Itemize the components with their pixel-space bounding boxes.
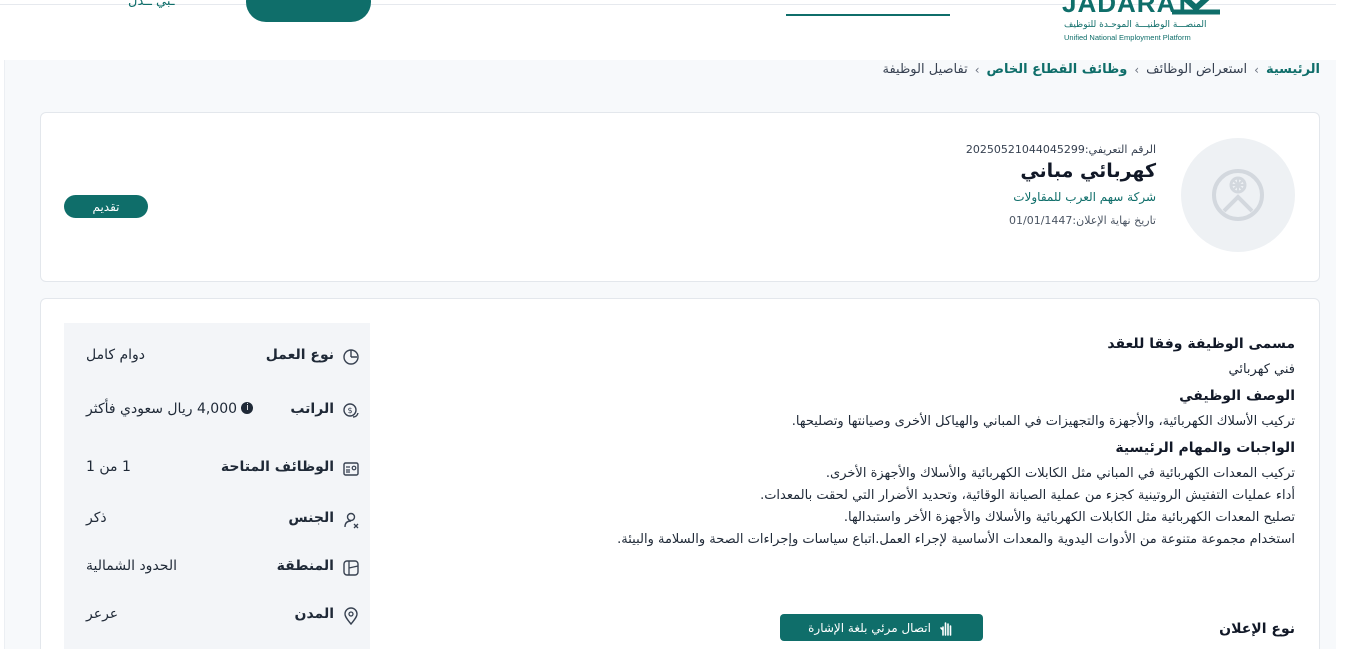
map-icon [343,560,359,576]
breadcrumb-separator: › [1134,62,1140,77]
salary-icon: $ [343,403,359,418]
location-pin-icon [344,607,358,625]
duties-heading: الواجبات والمهام الرئيسية [1115,440,1295,456]
attr-gender: الجنس ذكر [64,506,370,536]
attr-value: ذكر [86,510,107,526]
info-icon[interactable]: i [241,402,254,414]
breadcrumb-home[interactable]: الرئيسية [1266,62,1320,77]
sign-language-call-button[interactable]: اتصال مرئي بلغة الإشارة [780,614,983,641]
attr-label: المنطقة [276,558,334,574]
attr-salary-value-wrap: i 4,000 ريال سعودي فأكثر [86,401,255,417]
job-title: كهربائي مباني [1020,160,1156,182]
attr-value: دوام كامل [86,347,146,363]
attr-label: المدن [294,606,334,622]
logo-subtitle-ar: المنصـــة الوطنيـــة الموحـدة للتوظيف [1064,20,1207,30]
duty-item: استخدام مجموعة متنوعة من الأدوات اليدوية… [617,532,1295,547]
contract-title-value: فني كهربائي [1228,362,1296,377]
company-logo [1181,138,1295,252]
job-details-card: نوع العمل دوام كامل $ الراتب i 4,000 ريا… [40,298,1320,649]
job-header-card: الرقم التعريفي:20250521044045299 كهربائي… [40,112,1320,282]
logo-mark-icon [1172,0,1220,15]
apply-button[interactable]: تقديم [64,195,148,218]
ad-deadline: تاريخ نهاية الإعلان:01/01/1447 [1009,214,1156,227]
nav-active-indicator [786,14,950,16]
attr-label: الراتب [290,401,334,417]
breadcrumb-separator: › [1254,62,1259,77]
attr-value: 1 من 1 [86,459,131,475]
main-content: الرئيسية › استعراض الوظائف › وظائف القطا… [4,60,1336,649]
job-header-info: الرقم التعريفي:20250521044045299 كهربائي… [966,143,1156,227]
breadcrumb-private-sector[interactable]: وظائف القطاع الخاص [987,62,1128,77]
breadcrumb-current: تفاصيل الوظيفة [882,62,968,77]
breadcrumb: الرئيسية › استعراض الوظائف › وظائف القطا… [882,62,1320,77]
logo-subtitle-en: Unified National Employment Platform [1064,33,1191,42]
contract-title-heading: مسمى الوظيفة وفقا للعقد [1107,336,1295,352]
ad-type-heading: نوع الإعلان [1219,621,1295,637]
breadcrumb-browse-jobs: استعراض الوظائف [1146,62,1248,77]
attr-salary: $ الراتب i 4,000 ريال سعودي فأكثر [64,397,370,427]
attr-work-type: نوع العمل دوام كامل [64,343,370,373]
job-description-text: تركيب الأسلاك الكهربائية، والأجهزة والتج… [791,414,1295,429]
nav-fragment[interactable]: ـبي ــدل [128,0,175,9]
attr-label: الوظائف المتاحة [220,459,334,475]
duty-item: تصليح المعدات الكهربائية مثل الكابلات ال… [843,510,1295,525]
gender-icon [344,512,359,529]
attr-region: المنطقة الحدود الشمالية [64,554,370,584]
attr-cities: المدن عرعر [64,602,370,632]
attr-vacancies: الوظائف المتاحة 1 من 1 [64,455,370,485]
attr-label: نوع العمل [265,347,334,363]
attr-value: الحدود الشمالية [86,558,177,574]
id-card-icon [343,462,359,476]
job-description-heading: الوصف الوظيفي [1179,388,1295,404]
svg-text:$: $ [347,406,352,415]
breadcrumb-separator: › [974,62,980,77]
nav-primary-button[interactable] [246,0,371,22]
top-navbar: ـبي ــدل JADARAT المنصـــة الوطنيـــة ال… [0,0,1355,60]
job-description: مسمى الوظيفة وفقا للعقد فني كهربائي الوص… [435,333,1295,551]
job-attributes-panel: نوع العمل دوام كامل $ الراتب i 4,000 ريا… [64,323,370,649]
attr-value: 4,000 ريال سعودي فأكثر [86,401,238,417]
company-logo-icon [1212,169,1264,221]
sign-language-hand-icon [940,621,952,636]
attr-value: عرعر [86,606,119,622]
attr-label: الجنس [288,510,334,526]
company-name-link[interactable]: شركة سهم العرب للمقاولات [966,190,1156,204]
duty-item: تركيب المعدات الكهربائية في المباني مثل … [825,466,1295,481]
sign-language-label: اتصال مرئي بلغة الإشارة [808,620,931,635]
duty-item: أداء عمليات التفتيش الروتينية كجزء من عم… [760,488,1295,503]
clock-icon [343,349,359,365]
job-reference: الرقم التعريفي:20250521044045299 [965,143,1156,156]
